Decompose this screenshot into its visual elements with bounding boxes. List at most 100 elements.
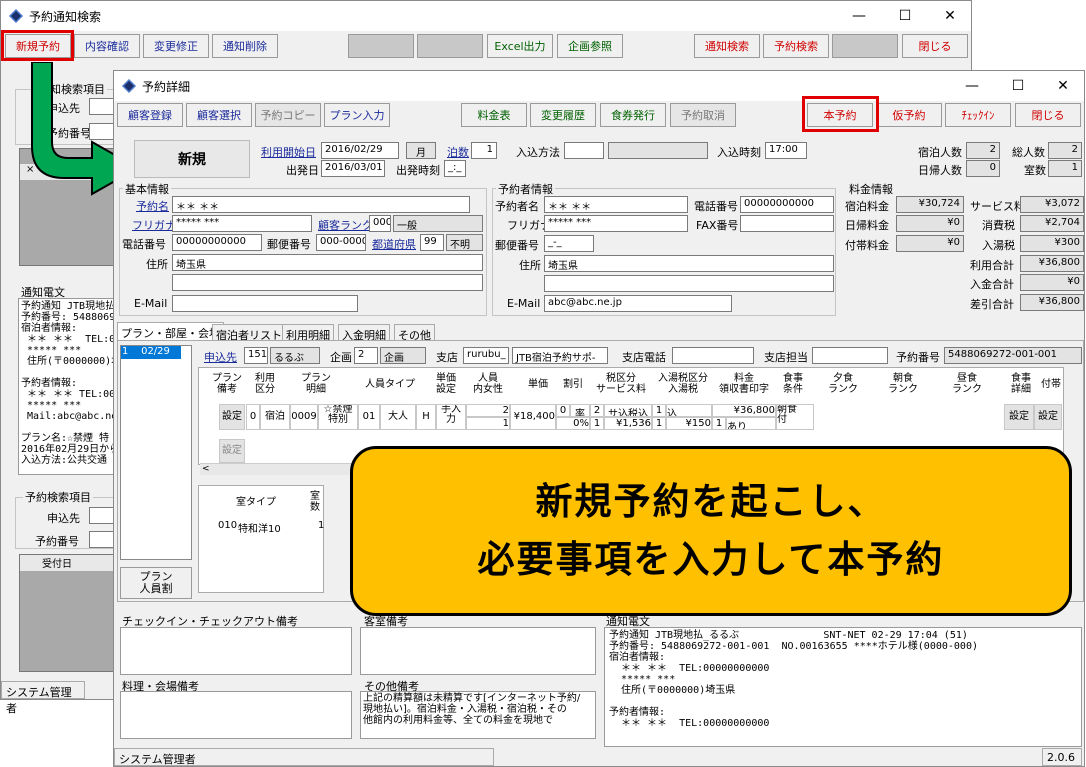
modify-button[interactable]: 変更修正 — [143, 34, 209, 58]
booking-name-input[interactable]: ＊＊ ＊＊ — [172, 196, 470, 213]
plan-reference-button[interactable]: 企画参照 — [557, 34, 623, 58]
plan-input-button[interactable]: プラン入力 — [324, 103, 390, 127]
customer-select-button[interactable]: 顧客選択 — [186, 103, 252, 127]
grid-cell-setting-row2[interactable]: 設定 — [219, 439, 245, 463]
grid-cell-service-fee[interactable]: ¥1,536 — [604, 417, 652, 430]
grid-cell-service-code[interactable]: 1 — [590, 417, 604, 430]
prefecture-code[interactable]: 99 — [420, 234, 444, 251]
fee-table-button[interactable]: 料金表 — [461, 103, 527, 127]
zip-input[interactable]: 000-0000 — [316, 234, 366, 251]
address-input[interactable]: 埼玉県 — [172, 254, 483, 271]
grid-cell-person-name[interactable]: 大人 — [380, 404, 416, 430]
back-close-button[interactable]: 閉じる — [902, 34, 968, 58]
reserver-address2-input[interactable] — [544, 275, 834, 292]
grid-cell-plan-name[interactable]: ☆禁煙 特別 — [318, 404, 358, 430]
checkin-button[interactable]: ﾁｪｯｸｲﾝ — [945, 103, 1011, 127]
grid-cell-meal-detail[interactable]: 設定 — [1004, 404, 1034, 430]
grid-cell-fee[interactable]: ¥36,800 — [712, 404, 776, 417]
excel-export-button[interactable]: Excel出力 — [487, 34, 553, 58]
grid-cell-person-code[interactable]: 01 — [358, 404, 380, 430]
grid-cell-setting[interactable]: 設定 — [219, 404, 245, 430]
tel-input[interactable]: 00000000000 — [172, 234, 262, 251]
plan-date-item[interactable]: 1 02/29 — [121, 346, 181, 359]
kana-input[interactable]: ***** *** — [172, 215, 312, 232]
plan-date-list[interactable] — [120, 345, 192, 560]
grid-cell-attached[interactable]: 設定 — [1034, 404, 1062, 430]
grid-cell-bath-code[interactable]: 1 — [652, 417, 666, 430]
start-date-input[interactable]: 2016/02/29 — [321, 142, 399, 159]
notice-search-button[interactable]: 通知検索 — [694, 34, 760, 58]
checkin-note-input[interactable] — [120, 627, 352, 675]
grid-cell-discount-rate[interactable]: 0% — [556, 417, 590, 430]
provisional-reservation-button[interactable]: 仮予約 — [876, 103, 942, 127]
plan-person-split-button[interactable]: プラン 人員割 — [120, 567, 192, 599]
reservation-cancel-button[interactable]: 予約取消 — [670, 103, 736, 127]
branch-code[interactable]: rurubu_ — [463, 347, 509, 364]
close-icon[interactable]: ✕ — [1040, 71, 1086, 101]
grid-cell-usage-code[interactable]: 0 — [246, 404, 260, 430]
email-input[interactable] — [172, 295, 358, 312]
applicant-code[interactable]: 151 — [244, 347, 268, 364]
grid-cell-unit-flag[interactable]: H — [416, 404, 436, 430]
grid-cell-meal-condition[interactable]: 朝食 付 — [776, 404, 814, 430]
grid-cell-discount-code[interactable]: 0 — [556, 404, 570, 417]
reservation-search-button[interactable]: 予約検索 — [763, 34, 829, 58]
close-icon[interactable]: ✕ — [927, 1, 973, 31]
customer-rank-label[interactable]: 顧客ランク — [318, 217, 373, 233]
reserver-tel-input[interactable]: 00000000000 — [740, 196, 834, 213]
content-check-button[interactable]: 内容確認 — [74, 34, 140, 58]
entry-method-input[interactable] — [564, 142, 604, 159]
reserver-fax-input[interactable] — [740, 215, 834, 232]
grid-cell-female[interactable]: 1 — [466, 417, 510, 430]
applicant-label[interactable]: 申込先 — [204, 349, 237, 365]
rsearch-mosikomi-input[interactable] — [89, 507, 115, 524]
grid-cell-plan-code[interactable]: 0009 — [290, 404, 318, 430]
maximize-icon[interactable]: ☐ — [995, 71, 1041, 101]
minimize-icon[interactable]: — — [836, 1, 882, 31]
prefecture-label[interactable]: 都道府県 — [372, 236, 416, 252]
branch-tel-input[interactable] — [672, 347, 754, 364]
reserver-name-input[interactable]: ＊＊ ＊＊ — [544, 196, 688, 213]
grid-cell-persons[interactable]: 2 — [466, 404, 510, 417]
room-cell-count[interactable]: 1 — [318, 520, 324, 531]
grid-cell-bathtax-name[interactable]: 込 — [666, 404, 712, 417]
reserver-zip-input[interactable]: _-_ — [544, 235, 594, 252]
minimize-icon[interactable]: — — [949, 71, 995, 101]
rsearch-no-input[interactable] — [89, 531, 115, 548]
nights-input[interactable]: 1 — [471, 142, 497, 159]
nights-label[interactable]: 泊数 — [447, 144, 469, 160]
grid-cell-manual[interactable]: 手入 力 — [436, 404, 466, 430]
reservation-list[interactable] — [19, 554, 115, 672]
meal-ticket-button[interactable]: 食券発行 — [600, 103, 666, 127]
change-history-button[interactable]: 変更履歴 — [530, 103, 596, 127]
booking-name-label[interactable]: 予約名 — [136, 198, 169, 214]
departure-time-input[interactable]: _:_ — [444, 160, 466, 177]
reserver-address-input[interactable]: 埼玉県 — [544, 255, 834, 272]
reserver-kana-input[interactable]: ***** *** — [544, 215, 688, 232]
customer-rank-code[interactable]: 000 — [369, 215, 391, 232]
room-cell-code[interactable]: 010 — [218, 520, 237, 531]
grid-cell-unit-price[interactable]: ¥18,400 — [510, 404, 556, 430]
notice-delete-button[interactable]: 通知削除 — [212, 34, 278, 58]
entry-time-input[interactable]: 17:00 — [765, 142, 807, 159]
grid-cell-tax-name[interactable]: サ込税込 — [604, 404, 652, 417]
grid-cell-bathtax-code[interactable]: 1 — [652, 404, 666, 417]
reserver-email-input[interactable]: abc@abc.ne.jp — [544, 295, 732, 312]
grid-cell-bath-fee[interactable]: ¥150 — [666, 417, 712, 430]
cuisine-note-input[interactable] — [120, 691, 352, 739]
reservation-copy-button[interactable]: 予約コピー — [255, 103, 321, 127]
start-date-label[interactable]: 利用開始日 — [261, 144, 316, 160]
address2-input[interactable] — [172, 274, 483, 291]
other-note-input[interactable]: 上記の精算額は未精算です[インターネット予約/ 現地払い]。宿泊料金・入湯税・宿… — [360, 691, 596, 739]
grid-cell-receipt[interactable]: あり — [726, 417, 776, 430]
kana-label[interactable]: フリガナ — [132, 217, 176, 233]
departure-date-input[interactable]: 2016/03/01 — [321, 160, 385, 177]
room-note-input[interactable] — [360, 627, 596, 675]
grid-cell-receipt-code[interactable]: 1 — [712, 417, 726, 430]
grid-cell-tax-code[interactable]: 2 — [590, 404, 604, 417]
branch-name[interactable]: JTB宿泊予約サポ- — [512, 347, 608, 364]
grid-cell-discount-type[interactable]: 率 — [570, 404, 590, 417]
room-cell-name[interactable]: 特和洋10 — [238, 520, 281, 535]
plan-kikaku-code[interactable]: 2 — [354, 347, 378, 364]
front-close-button[interactable]: 閉じる — [1015, 103, 1081, 127]
